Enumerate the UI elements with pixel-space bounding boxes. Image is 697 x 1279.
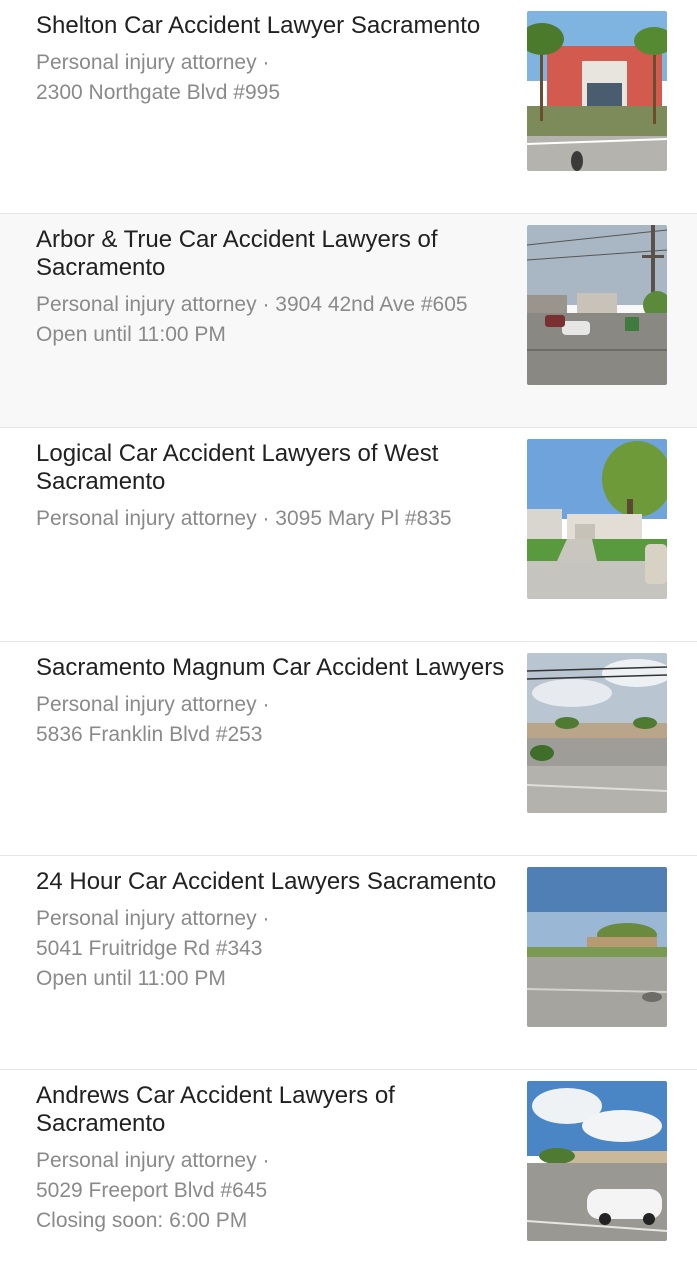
- result-meta: Personal injury attorney · 5836 Franklin…: [36, 690, 506, 750]
- result-category-line: Personal injury attorney ·: [36, 907, 270, 930]
- result-meta: Personal injury attorney · 5041 Fruitrid…: [36, 904, 506, 994]
- result-item-andrews[interactable]: Andrews Car Accident Lawyers of Sacramen…: [0, 1070, 697, 1279]
- result-address-line: 5836 Franklin Blvd #253: [36, 723, 263, 746]
- results-list: Shelton Car Accident Lawyer Sacramento P…: [0, 0, 697, 1279]
- result-category-address-line: Personal injury attorney · 3904 42nd Ave…: [36, 293, 468, 316]
- result-meta: Personal injury attorney · 3095 Mary Pl …: [36, 504, 506, 534]
- result-title[interactable]: Sacramento Magnum Car Accident Lawyers: [36, 654, 506, 682]
- result-meta: Personal injury attorney · 5029 Freeport…: [36, 1146, 506, 1236]
- result-thumbnail[interactable]: [527, 867, 667, 1027]
- result-item-arbor-true[interactable]: Arbor & True Car Accident Lawyers of Sac…: [0, 214, 697, 428]
- result-item-magnum[interactable]: Sacramento Magnum Car Accident Lawyers P…: [0, 642, 697, 856]
- result-item-shelton[interactable]: Shelton Car Accident Lawyer Sacramento P…: [0, 0, 697, 214]
- result-address-line: 5029 Freeport Blvd #645: [36, 1179, 268, 1202]
- result-text: Sacramento Magnum Car Accident Lawyers P…: [36, 654, 506, 750]
- result-text: Arbor & True Car Accident Lawyers of Sac…: [36, 226, 506, 350]
- result-category-address-line: Personal injury attorney · 3095 Mary Pl …: [36, 507, 452, 530]
- result-text: Logical Car Accident Lawyers of West Sac…: [36, 440, 506, 534]
- result-category-line: Personal injury attorney ·: [36, 51, 270, 74]
- result-item-24-hour[interactable]: 24 Hour Car Accident Lawyers Sacramento …: [0, 856, 697, 1070]
- street-view-photo-icon: [527, 867, 667, 1027]
- result-title[interactable]: Arbor & True Car Accident Lawyers of Sac…: [36, 226, 506, 282]
- result-text: 24 Hour Car Accident Lawyers Sacramento …: [36, 868, 506, 994]
- result-text: Shelton Car Accident Lawyer Sacramento P…: [36, 12, 506, 108]
- result-address-line: 2300 Northgate Blvd #995: [36, 81, 281, 104]
- result-meta: Personal injury attorney · 3904 42nd Ave…: [36, 290, 506, 350]
- result-thumbnail[interactable]: [527, 225, 667, 385]
- street-view-photo-icon: [527, 653, 667, 813]
- street-view-photo-icon: [527, 1081, 667, 1241]
- result-thumbnail[interactable]: [527, 1081, 667, 1241]
- result-text: Andrews Car Accident Lawyers of Sacramen…: [36, 1082, 506, 1236]
- result-category-line: Personal injury attorney ·: [36, 693, 270, 716]
- result-hours-line: Open until 11:00 PM: [36, 323, 226, 346]
- result-address-line: 5041 Fruitridge Rd #343: [36, 937, 263, 960]
- result-thumbnail[interactable]: [527, 439, 667, 599]
- result-hours-line: Open until 11:00 PM: [36, 967, 226, 990]
- result-title[interactable]: Logical Car Accident Lawyers of West Sac…: [36, 440, 506, 496]
- result-category-line: Personal injury attorney ·: [36, 1149, 270, 1172]
- result-title[interactable]: Andrews Car Accident Lawyers of Sacramen…: [36, 1082, 506, 1138]
- result-meta: Personal injury attorney · 2300 Northgat…: [36, 48, 506, 108]
- result-item-logical[interactable]: Logical Car Accident Lawyers of West Sac…: [0, 428, 697, 642]
- result-hours-line: Closing soon: 6:00 PM: [36, 1209, 248, 1232]
- street-view-photo-icon: [527, 225, 667, 385]
- result-thumbnail[interactable]: [527, 653, 667, 813]
- result-title[interactable]: Shelton Car Accident Lawyer Sacramento: [36, 12, 506, 40]
- result-title[interactable]: 24 Hour Car Accident Lawyers Sacramento: [36, 868, 506, 896]
- street-view-photo-icon: [527, 11, 667, 171]
- street-view-photo-icon: [527, 439, 667, 599]
- result-thumbnail[interactable]: [527, 11, 667, 171]
